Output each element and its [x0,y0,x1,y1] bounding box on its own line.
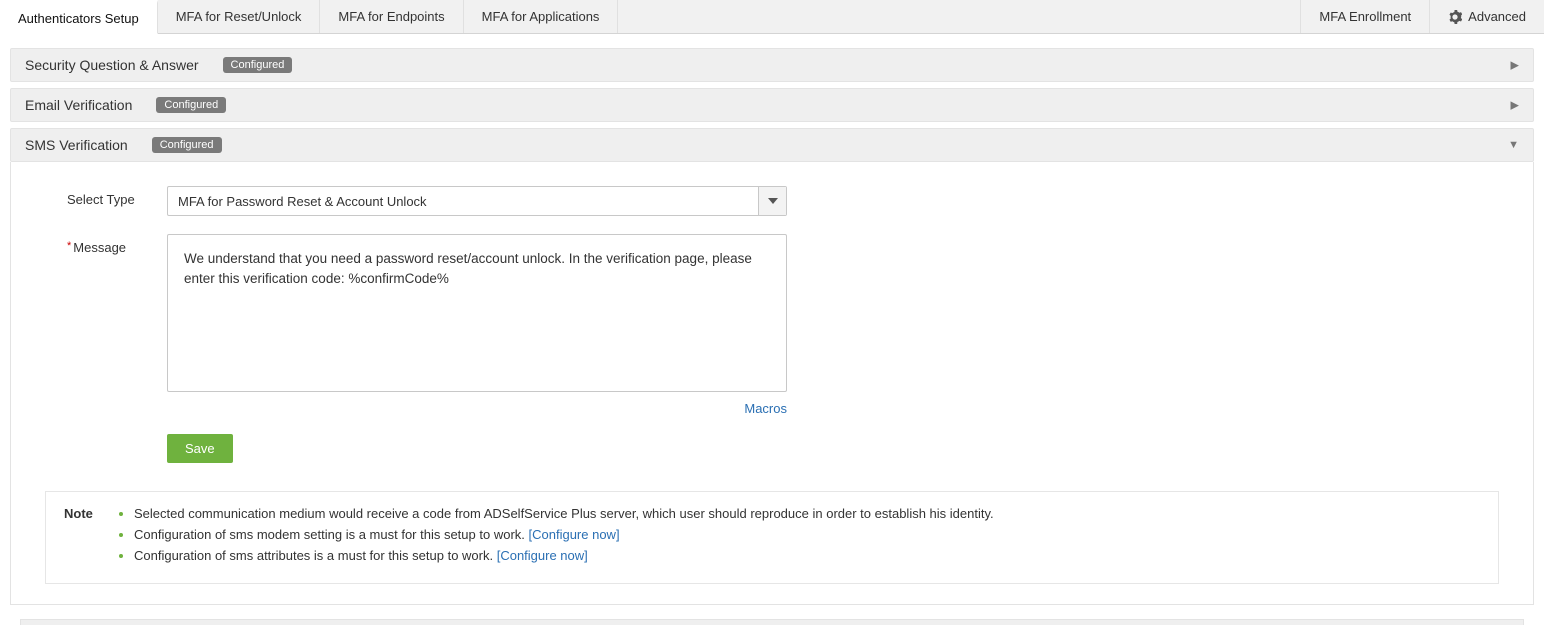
chevron-down-icon: ▼ [1508,139,1519,151]
save-button[interactable]: Save [167,434,233,463]
tab-advanced-label: Advanced [1468,9,1526,24]
accordion-title: Security Question & Answer [25,57,199,73]
select-type-dropdown[interactable]: MFA for Password Reset & Account Unlock [167,186,787,216]
tab-mfa-endpoints[interactable]: MFA for Endpoints [320,0,463,33]
chevron-right-icon: ▶ [1511,59,1519,72]
note-item: Selected communication medium would rece… [134,506,994,521]
chevron-right-icon: ▶ [1511,99,1519,112]
status-badge: Configured [152,137,222,153]
note-label: Note [64,506,116,521]
tab-mfa-applications[interactable]: MFA for Applications [464,0,619,33]
tab-authenticators-setup[interactable]: Authenticators Setup [0,0,158,34]
status-badge: Configured [156,97,226,113]
note-list: Selected communication medium would rece… [116,506,994,569]
note-item: Configuration of sms attributes is a mus… [134,548,994,563]
configure-now-link[interactable]: [Configure now] [497,548,588,563]
message-label: Message [37,234,167,255]
note-box: Note Selected communication medium would… [45,491,1499,584]
tab-spacer [618,0,1300,33]
next-section-strip [20,619,1524,625]
status-badge: Configured [223,57,293,73]
macros-link[interactable]: Macros [744,401,787,416]
accordion-security-qa[interactable]: Security Question & Answer Configured ▶ [10,48,1534,82]
configure-now-link[interactable]: [Configure now] [529,527,620,542]
tab-mfa-enrollment[interactable]: MFA Enrollment [1300,0,1429,33]
note-item: Configuration of sms modem setting is a … [134,527,994,542]
accordion-sms-verification[interactable]: SMS Verification Configured ▼ [10,128,1534,162]
tab-advanced[interactable]: Advanced [1429,0,1544,33]
tab-bar: Authenticators Setup MFA for Reset/Unloc… [0,0,1544,34]
tab-mfa-reset-unlock[interactable]: MFA for Reset/Unlock [158,0,321,33]
accordion-email-verification[interactable]: Email Verification Configured ▶ [10,88,1534,122]
accordion-title: Email Verification [25,97,132,113]
select-type-value: MFA for Password Reset & Account Unlock [168,187,758,215]
note-text: Configuration of sms modem setting is a … [134,527,529,542]
sms-verification-panel: Select Type MFA for Password Reset & Acc… [10,162,1534,605]
message-textarea[interactable] [167,234,787,392]
note-text: Selected communication medium would rece… [134,506,994,521]
note-text: Configuration of sms attributes is a mus… [134,548,497,563]
chevron-down-icon [758,187,786,215]
gear-icon [1448,10,1462,24]
select-type-label: Select Type [37,186,167,207]
accordion-title: SMS Verification [25,137,128,153]
